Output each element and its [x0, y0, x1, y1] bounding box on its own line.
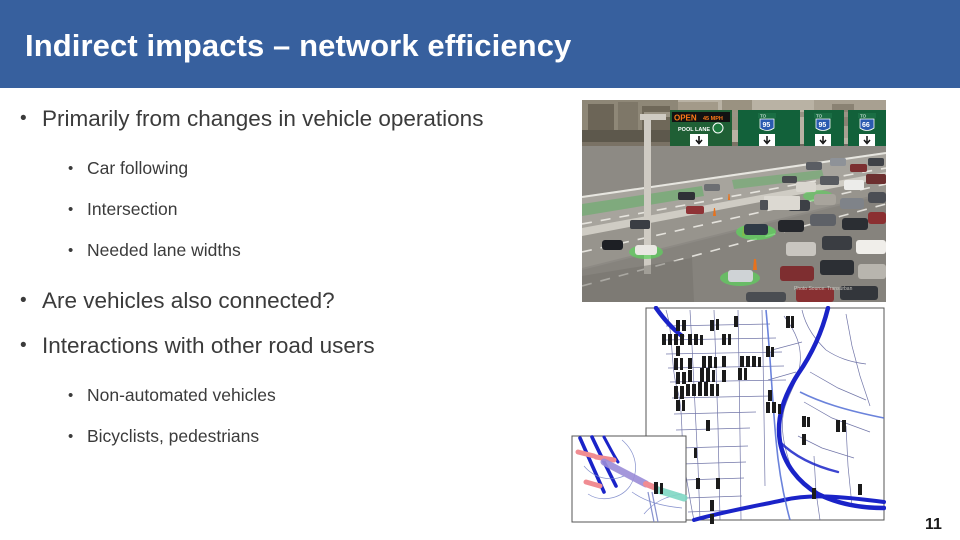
bullet-item: • Interactions with other road users: [20, 325, 550, 366]
bullet-text: Needed lane widths: [87, 240, 241, 260]
page-number: 11: [925, 516, 942, 533]
bullet-marker: •: [20, 335, 27, 356]
bullet-list: • Primarily from changes in vehicle oper…: [20, 98, 550, 457]
bullet-marker: •: [20, 108, 27, 129]
svg-text:POOL LANE: POOL LANE: [678, 127, 710, 133]
svg-text:TO: TO: [860, 114, 867, 119]
bullet-item: • Car following: [20, 148, 550, 189]
bullet-text: Intersection: [87, 199, 178, 219]
page-title: Indirect impacts – network efficiency: [25, 28, 572, 63]
bullet-marker: •: [68, 428, 74, 445]
bullet-marker: •: [20, 290, 27, 311]
svg-text:TO: TO: [760, 114, 767, 119]
svg-text:Photo Source: Transurban: Photo Source: Transurban: [794, 286, 853, 292]
bullet-item: • Primarily from changes in vehicle oper…: [20, 98, 550, 139]
bullet-item: • Intersection: [20, 189, 550, 230]
bullet-text: Non-automated vehicles: [87, 385, 276, 405]
traffic-network-map: [570, 306, 886, 524]
bullet-text: Car following: [87, 158, 189, 178]
bullet-text: Primarily from changes in vehicle operat…: [42, 106, 484, 131]
svg-text:95: 95: [763, 122, 771, 129]
bullet-marker: •: [68, 387, 74, 404]
bullet-marker: •: [68, 242, 74, 259]
bullet-text: Are vehicles also connected?: [42, 288, 335, 313]
bullet-text: Interactions with other road users: [42, 333, 375, 358]
bullet-text: Bicyclists, pedestrians: [87, 426, 260, 446]
bullet-item: • Needed lane widths: [20, 230, 550, 271]
svg-text:45 MPH: 45 MPH: [703, 116, 723, 122]
svg-text:TO: TO: [816, 114, 823, 119]
bullet-item: • Are vehicles also connected?: [20, 280, 550, 321]
svg-text:95: 95: [819, 122, 827, 129]
svg-text:66: 66: [862, 122, 870, 129]
title-band: Indirect impacts – network efficiency: [0, 0, 960, 88]
highway-traffic-photo: OPEN 45 MPH POOL LANE TO 95 TO 95 TO 66 …: [582, 100, 886, 302]
bullet-marker: •: [68, 160, 74, 177]
slide: Indirect impacts – network efficiency • …: [0, 0, 960, 540]
svg-text:OPEN: OPEN: [674, 114, 697, 123]
bullet-item: • Bicyclists, pedestrians: [20, 416, 550, 457]
bullet-marker: •: [68, 201, 74, 218]
bullet-item: • Non-automated vehicles: [20, 375, 550, 416]
